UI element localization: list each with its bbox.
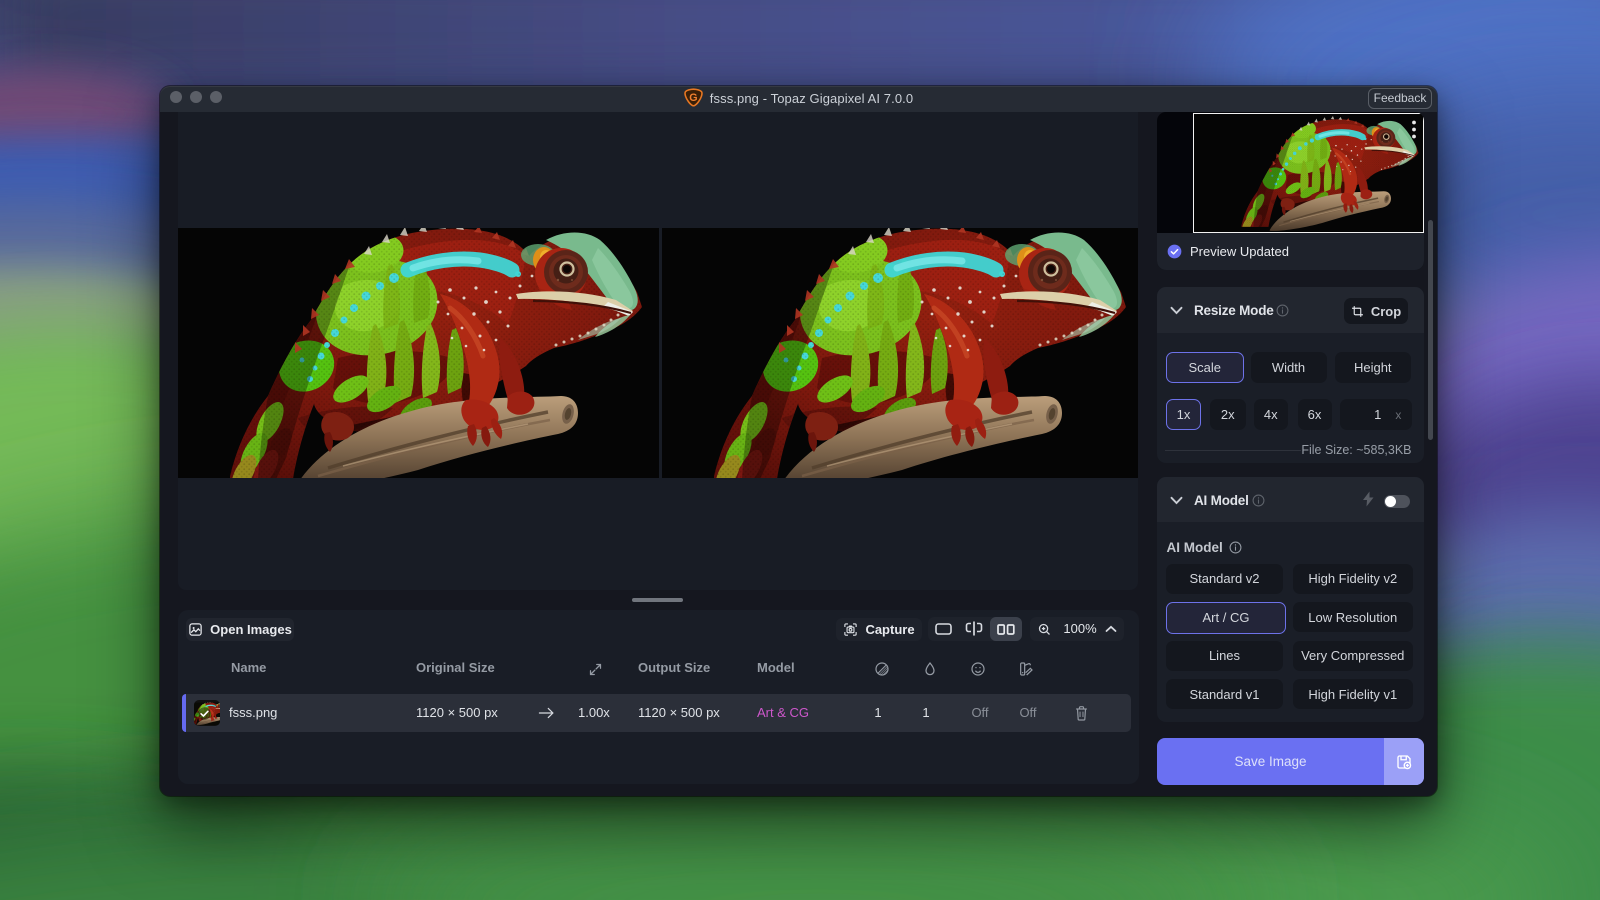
svg-text:G: G	[689, 92, 697, 104]
